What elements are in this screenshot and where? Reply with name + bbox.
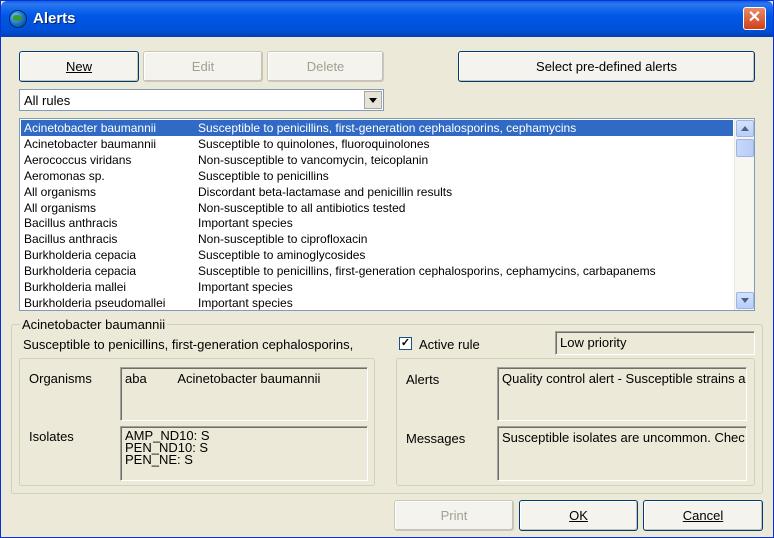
rules-scrollbar[interactable] <box>734 119 754 310</box>
organism-code: aba <box>125 371 147 386</box>
ok-button[interactable]: OK <box>519 500 638 531</box>
rule-organism: All organisms <box>24 200 97 215</box>
rule-row[interactable]: All organisms Discordant beta-lactamase a… <box>21 184 733 200</box>
rule-row[interactable]: Burkholderia cepacia Susceptible to amino… <box>21 247 733 263</box>
print-button-label: Print <box>440 508 468 523</box>
rules-list[interactable]: Acinetobacter baumannii Susceptible to pe… <box>19 118 755 311</box>
rule-row[interactable]: Aerococcus viridans Non-susceptible to va… <box>21 152 733 168</box>
detail-rule-description: Susceptible to penicillins, first-genera… <box>23 337 354 352</box>
rule-organism: Burkholderia cepacia <box>24 248 137 263</box>
organisms-field[interactable]: aba Acinetobacter baumannii <box>120 367 368 421</box>
rule-row[interactable]: Aeromonas sp. Susceptible to penicillins <box>21 168 733 184</box>
rule-description: Important species <box>198 280 293 294</box>
rule-row[interactable]: Burkholderia cepacia Susceptible to penic… <box>21 263 733 279</box>
globe-icon <box>9 10 27 28</box>
rule-description: Susceptible to aminoglycosides <box>198 248 366 263</box>
rule-row[interactable]: Acinetobacter baumannii Susceptible to qu… <box>21 136 733 152</box>
cancel-button-label: Cancel <box>682 508 724 523</box>
delete-button[interactable]: Delete <box>267 51 384 82</box>
isolate-line: PEN_NE: S <box>125 452 193 467</box>
rule-organism: All organisms <box>24 184 97 199</box>
cancel-button[interactable]: Cancel <box>643 500 763 531</box>
rule-description: Important species <box>198 295 293 310</box>
rule-organism: Bacillus anthracis <box>24 232 118 247</box>
messages-field[interactable]: Susceptible isolates are uncommon. Chec <box>497 426 747 481</box>
rule-organism: Aerococcus viridans <box>24 152 132 167</box>
rule-row[interactable]: Bacillus anthracis Important species <box>21 215 733 231</box>
rule-organism: Aeromonas sp. <box>24 168 105 183</box>
active-rule-label: Active rule <box>419 337 480 352</box>
rule-row[interactable]: All organisms Non-susceptible to all anti… <box>21 200 733 216</box>
checkmark-icon: ✓ <box>400 337 411 349</box>
rule-row[interactable]: Burkholderia mallei Important species <box>21 279 733 295</box>
alerts-field[interactable]: Quality control alert - Susceptible stra… <box>497 367 747 421</box>
scroll-thumb[interactable] <box>736 139 754 157</box>
new-button[interactable]: New <box>19 51 139 82</box>
rule-description: Discordant beta-lactamase and penicillin… <box>198 184 453 199</box>
close-button[interactable]: ✕ <box>743 7 766 30</box>
rule-organism: Acinetobacter baumannii <box>24 136 157 151</box>
window-title: Alerts <box>33 10 76 27</box>
rule-organism: Acinetobacter baumannii <box>24 121 157 135</box>
title-bar[interactable]: Alerts ✕ <box>1 1 773 37</box>
isolates-field[interactable]: AMP_ND10: S PEN_ND10: S PEN_NE: S <box>120 426 368 481</box>
rule-description: Important species <box>198 216 293 231</box>
priority-field[interactable]: Low priority <box>555 331 755 355</box>
edit-button-label: Edit <box>191 59 215 74</box>
select-predefined-alerts-button[interactable]: Select pre-defined alerts <box>458 51 755 82</box>
rule-organism: Burkholderia mallei <box>24 280 127 294</box>
rule-organism: Bacillus anthracis <box>24 216 118 231</box>
rule-row[interactable]: Bacillus anthracis Non-susceptible to cip… <box>21 231 733 247</box>
rule-description: Susceptible to penicillins <box>198 168 329 183</box>
scroll-up-icon[interactable] <box>736 120 754 137</box>
edit-button[interactable]: Edit <box>143 51 263 82</box>
rule-description: Non-susceptible to vancomycin, teicoplan… <box>198 152 429 167</box>
print-button[interactable]: Print <box>394 500 514 531</box>
rule-description: Susceptible to penicillins, first-genera… <box>198 264 656 279</box>
ok-button-label: OK <box>569 508 588 523</box>
new-button-label: New <box>65 59 92 74</box>
chevron-down-icon[interactable] <box>364 91 382 109</box>
organisms-label: Organisms <box>29 371 92 386</box>
rule-row[interactable]: Burkholderia pseudomallei Important speci… <box>21 295 733 310</box>
rule-description: Non-susceptible to ciprofloxacin <box>198 232 368 247</box>
rule-filter-dropdown[interactable]: All rules <box>19 89 384 111</box>
active-rule-checkbox[interactable]: ✓ <box>399 337 412 350</box>
messages-label: Messages <box>406 431 466 446</box>
organism-full-name: Acinetobacter baumannii <box>177 371 321 386</box>
close-icon: ✕ <box>747 9 762 26</box>
detail-organism-name: Acinetobacter baumannii <box>20 317 168 332</box>
rule-organism: Burkholderia pseudomallei <box>24 295 166 310</box>
alerts-window: Alerts ✕ New Edit Delete Select pre-defi… <box>0 0 774 538</box>
rule-organism: Burkholderia cepacia <box>24 264 137 279</box>
rule-description: Susceptible to penicillins, first-genera… <box>198 121 577 135</box>
delete-button-label: Delete <box>306 59 345 74</box>
alerts-label: Alerts <box>406 372 440 387</box>
rule-row[interactable]: Acinetobacter baumannii Susceptible to pe… <box>21 120 733 136</box>
scroll-down-icon[interactable] <box>736 292 754 309</box>
rule-description: Non-susceptible to all antibiotics teste… <box>198 200 406 215</box>
rule-description: Susceptible to quinolones, fluoroquinolo… <box>198 136 430 151</box>
isolates-label: Isolates <box>29 429 74 444</box>
rule-filter-value: All rules <box>24 93 71 108</box>
select-predefined-label: Select pre-defined alerts <box>536 59 677 74</box>
